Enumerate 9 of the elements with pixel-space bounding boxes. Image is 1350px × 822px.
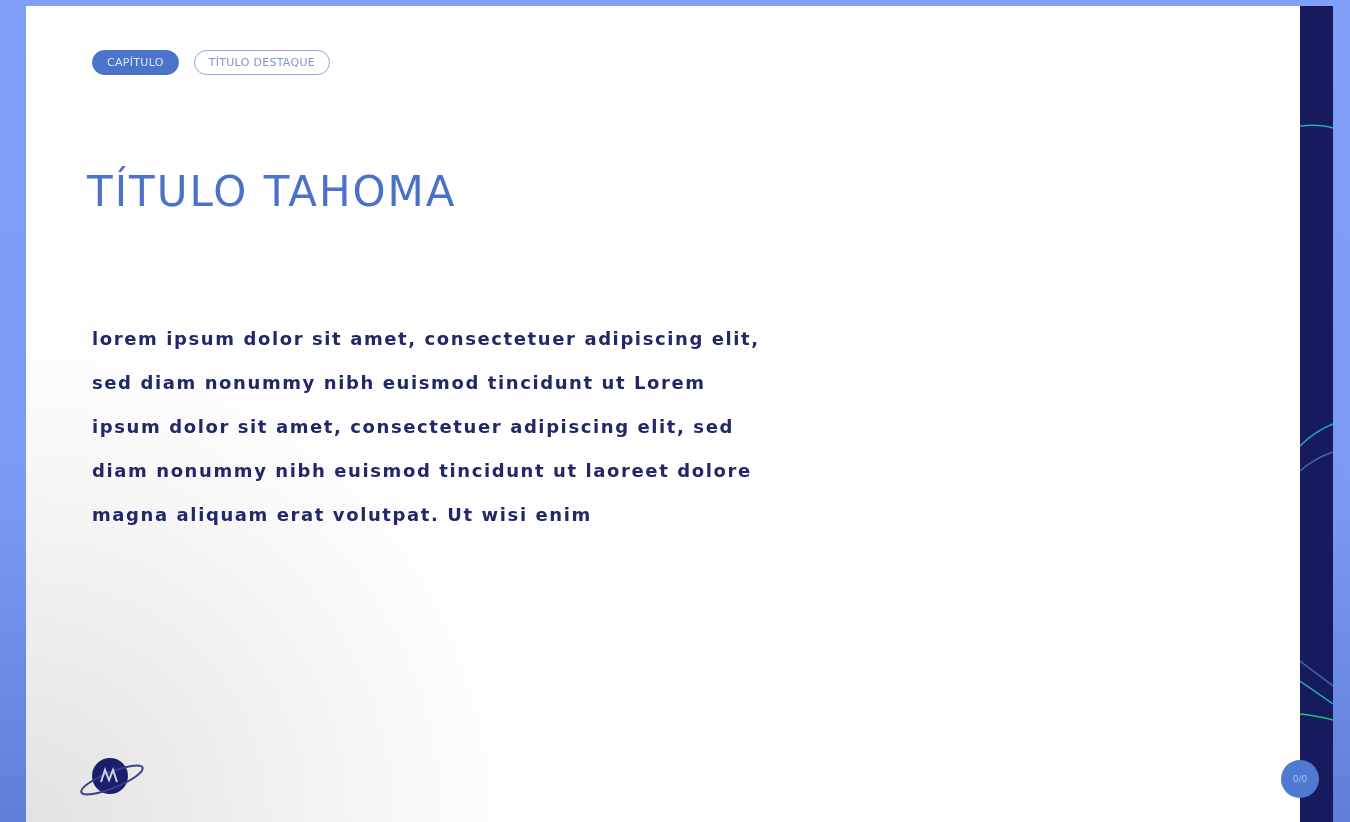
body-text-line: lorem ipsum dolor sit amet, consectetuer adipiscing elit, <box>92 328 761 349</box>
tag-pill: TÍTULO DESTAQUE <box>193 50 331 75</box>
tag-pill: CAPÍTULO <box>92 50 179 75</box>
body-text-line: magna aliquam erat volutpat. Ut wisi enim <box>92 504 593 525</box>
body-text-line: sed diam nonummy nibh euismod tincidunt ut Lorem <box>92 372 707 393</box>
page-number-badge: 0/0 <box>1281 760 1319 798</box>
body-text-line: ipsum dolor sit amet, consectetuer adipiscing elit, sed <box>92 416 735 437</box>
slide-title: TÍTULO TAHOMA <box>87 167 458 216</box>
body-text-line: diam nonummy nibh euismod tincidunt ut laoreet dolore <box>92 460 753 481</box>
